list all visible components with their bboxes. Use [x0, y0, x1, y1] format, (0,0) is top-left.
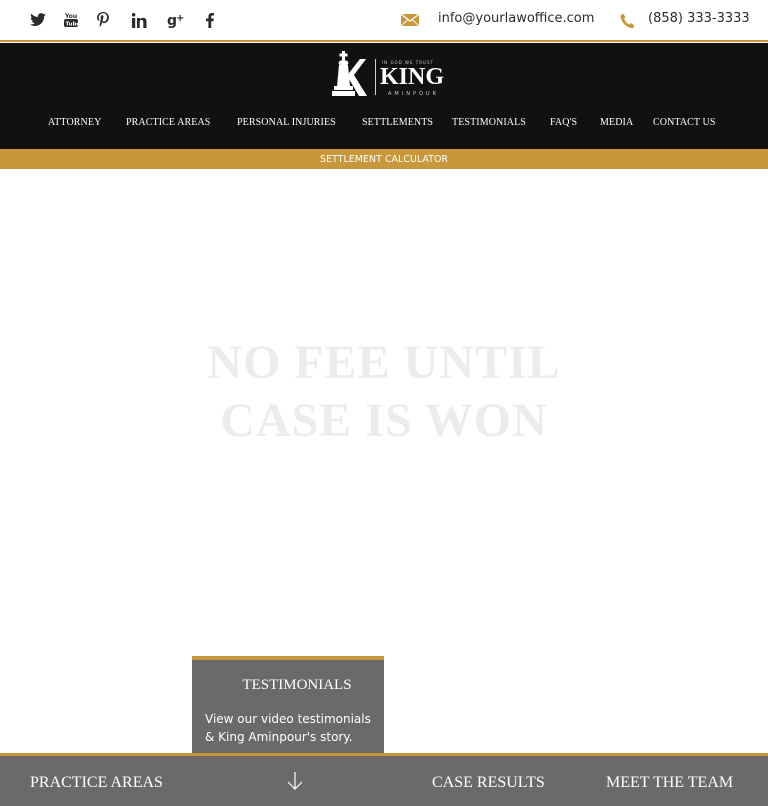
case-results-link[interactable]: CASE RESULTS	[432, 774, 545, 792]
settlement-calculator-bar: SETTLEMENT CALCULATOR	[0, 149, 768, 169]
svg-text:Tube: Tube	[66, 22, 79, 28]
hero-section: NO FEE UNTIL CASE IS WON	[0, 169, 768, 753]
linkedin-icon[interactable]	[125, 0, 153, 40]
hero-headline-line2: CASE IS WON	[220, 394, 548, 447]
nav-item-attorney[interactable]: ATTORNEY	[48, 117, 101, 128]
testimonials-title: TESTIMONIALS	[242, 677, 352, 693]
meet-the-team-link[interactable]: MEET THE TEAM	[606, 774, 733, 792]
nav-item-faqs[interactable]: FAQ'S	[550, 117, 577, 128]
pinterest-icon[interactable]	[89, 0, 117, 40]
google-plus-icon[interactable]: g +	[162, 0, 190, 40]
logo-name: KING	[380, 64, 445, 90]
logo[interactable]: IN GOD WE TRUST KING AMINPOUR	[332, 51, 456, 99]
practice-areas-link[interactable]: PRACTICE AREAS	[30, 774, 163, 792]
nav-item-testimonials[interactable]: TESTIMONIALS	[452, 117, 526, 128]
svg-text:+: +	[176, 13, 184, 24]
site-header: IN GOD WE TRUST KING AMINPOUR ATTORNEY P…	[0, 43, 768, 149]
bottom-bar: PRACTICE AREAS CASE RESULTS MEET THE TEA…	[0, 753, 768, 806]
main-nav: ATTORNEY PRACTICE AREAS PERSONAL INJURIE…	[0, 117, 768, 131]
twitter-icon[interactable]	[24, 0, 52, 40]
mail-icon	[401, 14, 419, 26]
testimonials-panel[interactable]: TESTIMONIALS View our video testimonials…	[192, 656, 384, 755]
hero-headline-line1: NO FEE UNTIL	[207, 336, 561, 389]
nav-item-settlements[interactable]: SETTLEMENTS	[362, 117, 433, 128]
svg-text:You: You	[64, 13, 77, 20]
nav-item-personal-injuries[interactable]: PERSONAL INJURIES	[237, 117, 336, 128]
logo-divider	[375, 59, 376, 95]
email-link[interactable]: info@yourlawoffice.com	[438, 11, 594, 26]
nav-item-media[interactable]: MEDIA	[600, 117, 633, 128]
facebook-icon[interactable]	[196, 0, 224, 40]
arrow-down-icon[interactable]	[285, 771, 305, 791]
logo-subname: AMINPOUR	[388, 91, 440, 97]
top-bar: You Tube g+ info@yourlawoffice.com (858) …	[0, 0, 768, 42]
youtube-icon[interactable]: You Tube	[57, 0, 85, 40]
hero-headline: NO FEE UNTIL CASE IS WON	[0, 334, 768, 450]
settlement-calculator-link[interactable]: SETTLEMENT CALCULATOR	[320, 154, 448, 165]
nav-item-practice-areas[interactable]: PRACTICE AREAS	[126, 117, 210, 128]
phone-link[interactable]: (858) 333-3333	[648, 11, 750, 26]
testimonials-description: View our video testimonials & King Aminp…	[205, 712, 371, 744]
nav-item-contact-us[interactable]: CONTACT US	[653, 117, 716, 128]
phone-icon	[620, 13, 635, 29]
chess-king-icon	[332, 51, 367, 96]
